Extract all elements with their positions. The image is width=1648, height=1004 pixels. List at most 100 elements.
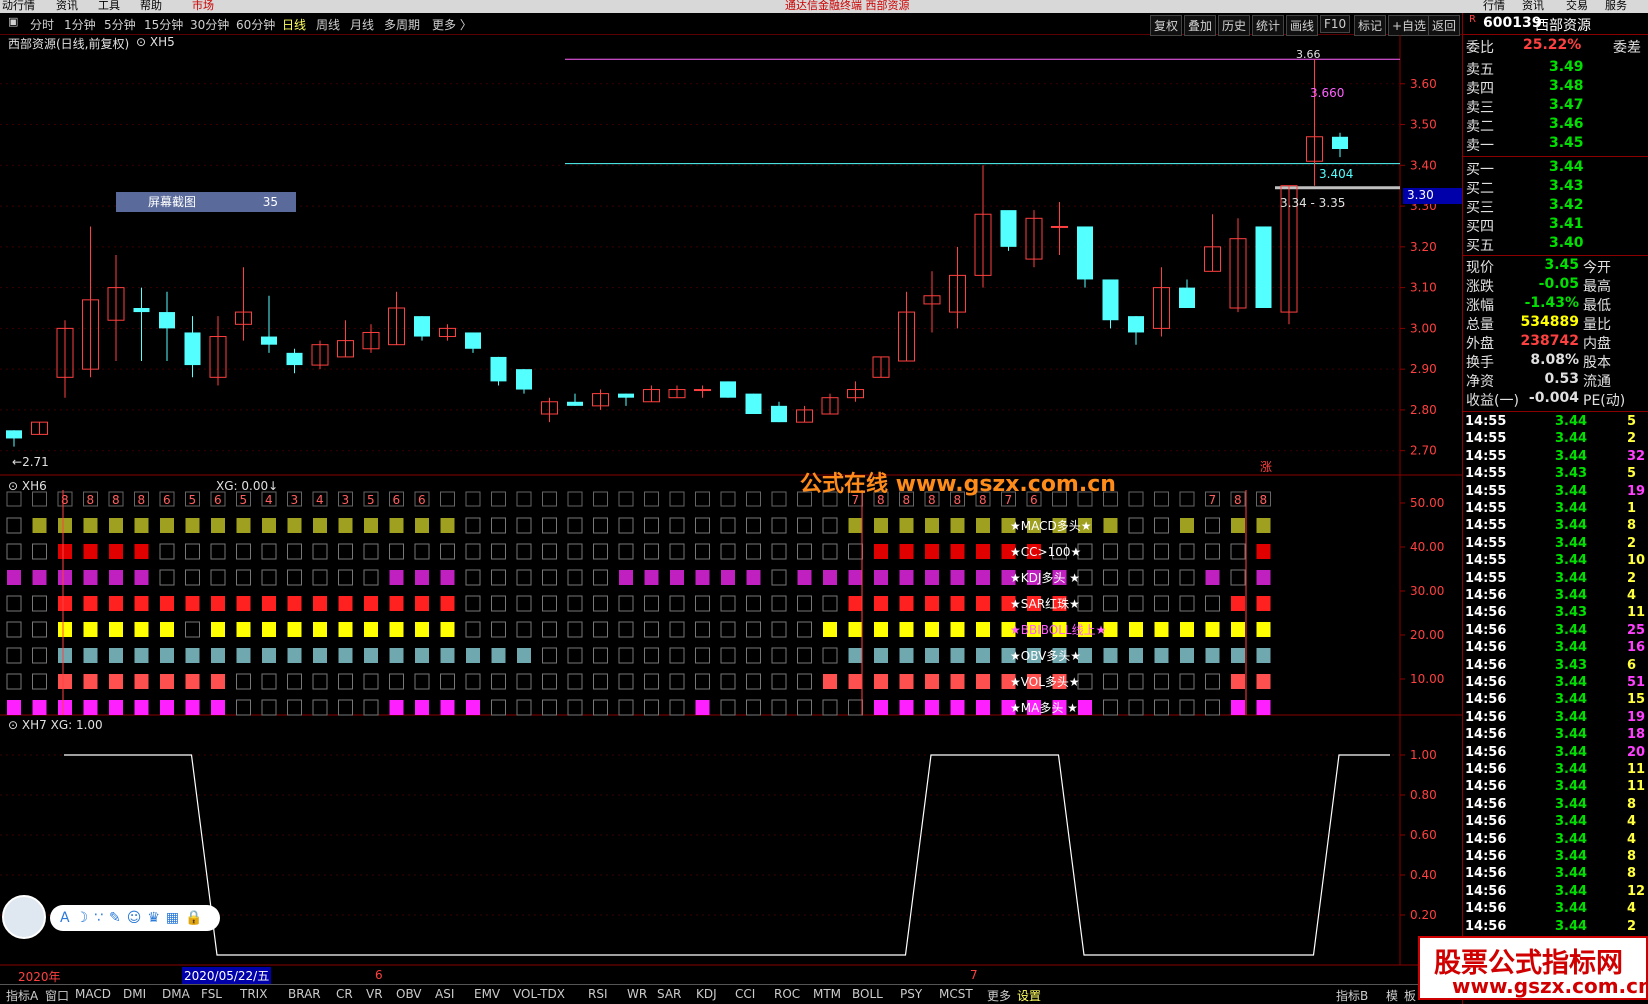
template-tab-1[interactable]: 模 xyxy=(1386,987,1398,1004)
period-more[interactable]: 更多 〉 xyxy=(432,16,472,33)
indicator-tab[interactable]: 指标A xyxy=(6,987,38,1004)
fuquan-button[interactable]: 复权 xyxy=(1150,15,1183,36)
indicator-tab[interactable]: 设置 xyxy=(1017,987,1041,1004)
indicator-tab[interactable]: VR xyxy=(366,987,383,1001)
indicator-tab[interactable]: BOLL xyxy=(852,987,883,1001)
overlay-button[interactable]: 叠加 xyxy=(1184,15,1217,36)
signal-cell xyxy=(211,518,225,533)
signal-cell-empty xyxy=(771,621,787,638)
indicator-tab[interactable]: VOL-TDX xyxy=(513,987,565,1001)
back-button[interactable]: 返回 xyxy=(1428,15,1461,36)
signal-cell xyxy=(950,674,965,689)
period-fenshi[interactable]: 分时 xyxy=(30,16,54,33)
indicator-tab[interactable]: CR xyxy=(336,987,353,1001)
indicator-b-tab[interactable]: 指标B xyxy=(1336,987,1368,1004)
indicator-tab[interactable]: MACD xyxy=(75,987,111,1001)
menu-item[interactable]: 资讯 xyxy=(1522,0,1544,12)
period-day[interactable]: 日线 xyxy=(282,16,306,33)
menu-item[interactable]: 资讯 xyxy=(56,0,78,12)
indicator-tab[interactable]: KDJ xyxy=(696,987,717,1001)
signal-cell-empty xyxy=(720,673,736,690)
signal-cell-empty xyxy=(669,595,685,612)
signal-cell xyxy=(109,570,123,585)
signal-cell xyxy=(134,648,149,663)
indicator-tab[interactable]: ASI xyxy=(435,987,454,1001)
period-5min[interactable]: 5分钟 xyxy=(104,16,136,33)
indicator-tab[interactable]: DMI xyxy=(123,987,146,1001)
mark-button[interactable]: 标记 xyxy=(1354,15,1387,36)
main-chart[interactable]: 2.70 2.80 2.90 3.00 3.10 3.20 3.30 3.40 3.50 3.60… xyxy=(0,35,1462,1000)
price-tick-label: 3.10 xyxy=(1410,281,1437,295)
count-label: 4 xyxy=(316,493,324,507)
count-cell xyxy=(1154,491,1169,507)
indicator-tab[interactable]: WR xyxy=(627,987,647,1001)
menu-item[interactable]: 交易 xyxy=(1566,0,1588,12)
menu-item[interactable]: 帮助 xyxy=(140,0,162,12)
period-multi[interactable]: 多周期 xyxy=(384,16,420,33)
signal-cell-empty xyxy=(593,517,608,534)
indicator-tab[interactable]: 更多 xyxy=(987,987,1011,1004)
indicator-tab[interactable]: FSL xyxy=(201,987,222,1001)
indicator-tab[interactable]: BRAR xyxy=(288,987,321,1001)
add-watchlist-button[interactable]: +自选 xyxy=(1388,15,1431,36)
indicator-tab[interactable]: SAR xyxy=(657,987,681,1001)
period-1min[interactable]: 1分钟 xyxy=(64,16,96,33)
signal-cell-empty xyxy=(669,647,685,664)
menu-item-market[interactable]: 市场 xyxy=(192,0,214,12)
indicator-tab[interactable]: DMA xyxy=(162,987,190,1001)
watermark-text: 公式在线 www.gszx.com.cn xyxy=(800,472,1116,497)
draw-button[interactable]: 画线 xyxy=(1286,15,1319,36)
indicator-tab[interactable]: TRIX xyxy=(240,987,267,1001)
tick-volume: 1 xyxy=(1627,501,1637,516)
signal-cell-empty xyxy=(618,673,634,690)
signal-cell xyxy=(976,570,990,585)
tick-time: 14:55 xyxy=(1465,483,1507,499)
indicator-tab[interactable]: ROC xyxy=(774,987,800,1001)
menu-item[interactable]: 动行情 xyxy=(2,0,35,12)
menu-item[interactable]: 服务 xyxy=(1605,0,1627,12)
avatar[interactable] xyxy=(2,895,46,939)
stat-label: 涨跌 xyxy=(1466,279,1494,295)
stats-button[interactable]: 统计 xyxy=(1252,15,1285,36)
period-60min[interactable]: 60分钟 xyxy=(236,16,275,33)
indicator-xh6[interactable]: ⊙ XH6 xyxy=(8,479,47,493)
indicator-tab[interactable]: 窗口 xyxy=(45,987,69,1004)
period-30min[interactable]: 30分钟 xyxy=(190,16,229,33)
cursor-price-box: 3.30 xyxy=(1403,188,1462,204)
tick-row: 14:55 3.44 5 xyxy=(1463,414,1648,431)
signal-cell xyxy=(848,622,863,637)
indicator-tab[interactable]: MCST xyxy=(939,987,973,1001)
indicator-xh5[interactable]: ⊙ XH5 xyxy=(136,35,175,49)
indicator-tab[interactable]: OBV xyxy=(396,987,422,1001)
indicator-tab[interactable]: MTM xyxy=(813,987,841,1001)
count-label: 6 xyxy=(163,493,171,507)
period-week[interactable]: 周线 xyxy=(316,16,340,33)
indicator-tab[interactable]: PSY xyxy=(900,987,922,1001)
count-cell xyxy=(440,491,455,507)
history-button[interactable]: 历史 xyxy=(1218,15,1251,36)
chat-tools[interactable]: A☽∵✎☺♛▦🔒 xyxy=(50,905,220,931)
signal-cell xyxy=(1078,700,1092,715)
indicator-tab[interactable]: RSI xyxy=(588,987,608,1001)
signal-cell xyxy=(338,648,353,663)
panel-toggle-icon[interactable]: ▣ xyxy=(8,15,18,28)
signal-cell xyxy=(83,674,98,689)
period-month[interactable]: 月线 xyxy=(350,16,374,33)
candle-body xyxy=(771,405,787,423)
indicator-xh7[interactable]: ⊙ XH7 XG: 1.00 xyxy=(8,718,103,732)
menu-item[interactable]: 行情 xyxy=(1483,0,1505,12)
tick-price: 3.44 xyxy=(1555,448,1588,464)
indicator-tab[interactable]: CCI xyxy=(735,987,755,1001)
tick-time: 14:56 xyxy=(1465,588,1507,603)
signal-cell-empty xyxy=(1077,673,1093,690)
floating-chat-bar[interactable]: A☽∵✎☺♛▦🔒 xyxy=(0,895,224,939)
period-15min[interactable]: 15分钟 xyxy=(144,16,183,33)
menu-item[interactable]: 工具 xyxy=(98,0,120,12)
signal-cell-empty xyxy=(1179,699,1195,716)
signal-cell-empty xyxy=(720,621,736,638)
signal-cell-empty xyxy=(1128,699,1144,716)
signal-cell-empty xyxy=(491,673,506,690)
template-tab-2[interactable]: 板 xyxy=(1404,987,1416,1004)
f10-button[interactable]: F10 xyxy=(1320,15,1351,33)
indicator-tab[interactable]: EMV xyxy=(474,987,500,1001)
